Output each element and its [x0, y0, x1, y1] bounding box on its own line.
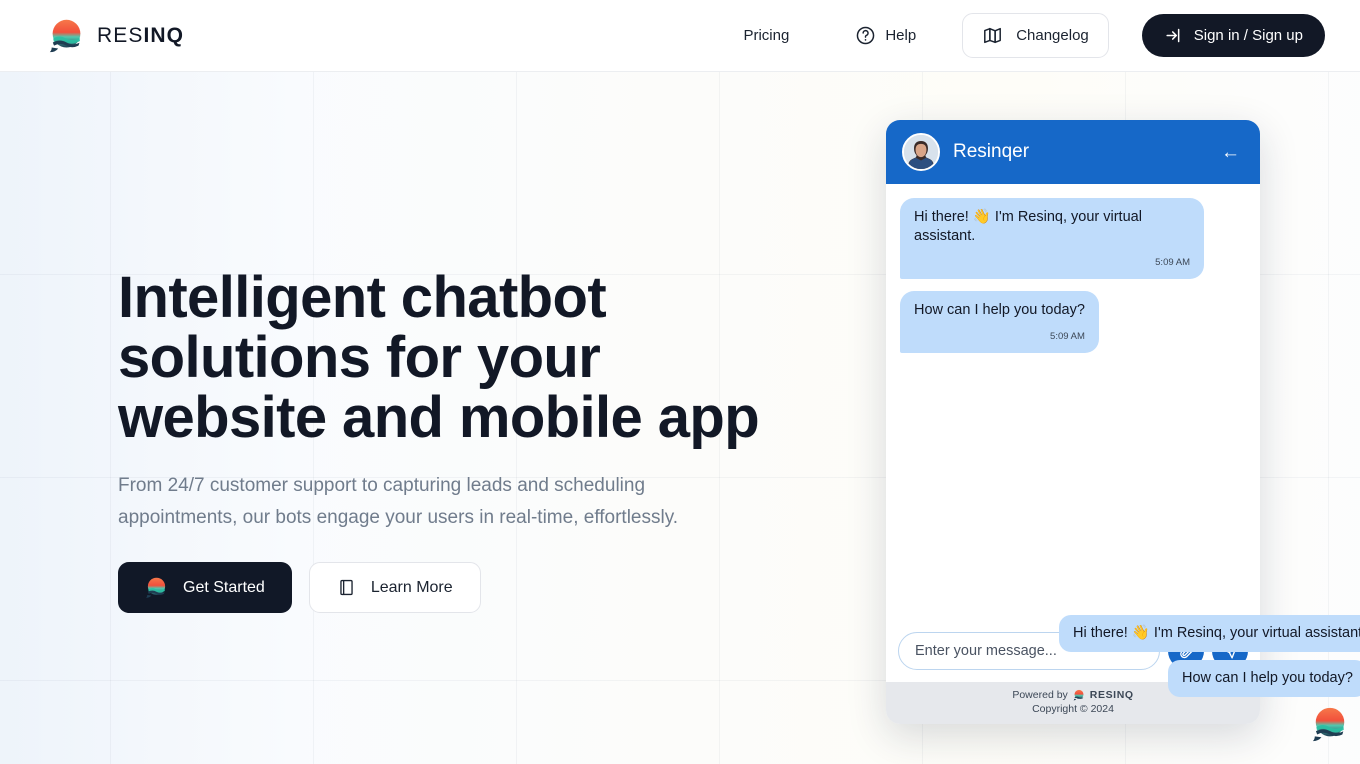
sign-in-label: Sign in / Sign up: [1193, 27, 1303, 44]
powered-by-label: Powered by: [1012, 689, 1068, 701]
nav-item-changelog[interactable]: Changelog: [962, 13, 1109, 58]
learn-more-label: Learn More: [370, 578, 453, 596]
resinq-logo-icon: [48, 17, 85, 54]
learn-more-button[interactable]: Learn More: [308, 562, 481, 613]
nav-item-pricing[interactable]: Pricing: [729, 18, 803, 53]
map-icon: [982, 25, 1003, 46]
copyright-text: Copyright © 2024: [1032, 703, 1114, 715]
nav-item-help[interactable]: Help: [841, 16, 930, 55]
page-title: Intelligent chatbot solutions for your w…: [118, 265, 760, 450]
hero-subtitle: From 24/7 customer support to capturing …: [118, 475, 679, 528]
chat-header: Resinqer ←: [886, 120, 1260, 184]
chat-message-text: How can I help you today?: [914, 302, 1085, 318]
chat-message-text: Hi there! 👋 I'm Resinq, your virtual ass…: [914, 209, 1142, 244]
login-arrow-icon: [1164, 26, 1183, 45]
brand-name-bold: INQ: [143, 23, 185, 47]
brand-name: RESINQ: [97, 24, 184, 48]
brand-logo[interactable]: RESINQ: [48, 17, 184, 54]
agent-avatar: [902, 133, 940, 171]
get-started-button[interactable]: Get Started: [118, 562, 292, 613]
chat-message-time: 5:09 AM: [1155, 257, 1190, 268]
get-started-label: Get Started: [183, 578, 265, 596]
chat-message-bubble: Hi there! 👋 I'm Resinq, your virtual ass…: [900, 198, 1204, 279]
nav-actions: Pricing Help Changelog Sign in / Sign up: [729, 13, 1325, 58]
chat-launcher-button[interactable]: [1311, 705, 1349, 743]
chat-message-list: Hi there! 👋 I'm Resinq, your virtual ass…: [886, 184, 1260, 622]
hero-cta-group: Get Started Learn More: [118, 562, 818, 613]
chat-header-title: Resinqer: [953, 141, 1030, 162]
brand-name-light: RES: [97, 23, 144, 47]
question-circle-icon: [855, 25, 876, 46]
preview-message-bubble[interactable]: How can I help you today?: [1168, 660, 1360, 697]
sign-in-sign-up-button[interactable]: Sign in / Sign up: [1141, 14, 1325, 57]
resinq-logo-icon: [1073, 689, 1085, 701]
chat-message-time: 5:09 AM: [1050, 331, 1085, 342]
preview-message-text: Hi there! 👋 I'm Resinq, your virtual ass…: [1073, 625, 1360, 641]
hero-content: Intelligent chatbot solutions for your w…: [118, 268, 818, 613]
book-icon: [337, 578, 356, 597]
preview-message-bubble[interactable]: Hi there! 👋 I'm Resinq, your virtual ass…: [1059, 615, 1360, 652]
preview-message-text: How can I help you today?: [1182, 670, 1353, 686]
resinq-chat-launcher-icon: [1311, 705, 1349, 743]
powered-by-brand: RESINQ: [1089, 689, 1134, 701]
top-navbar: RESINQ Pricing Help Changelog Sign in / …: [0, 0, 1360, 72]
chat-message-bubble: How can I help you today? 5:09 AM: [900, 291, 1099, 353]
arrow-left-icon[interactable]: ←: [1221, 143, 1240, 162]
resinq-logo-icon: [145, 576, 168, 599]
nav-pricing-label: Pricing: [743, 27, 790, 44]
nav-changelog-label: Changelog: [1016, 27, 1089, 44]
nav-help-label: Help: [885, 27, 917, 44]
